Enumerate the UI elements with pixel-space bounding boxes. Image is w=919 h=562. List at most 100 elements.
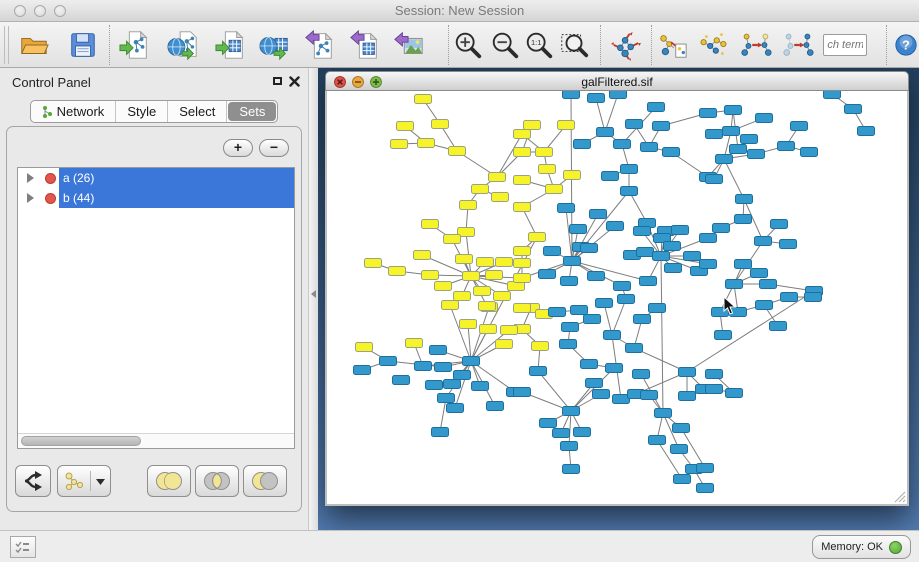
graph-node[interactable]: [588, 272, 605, 281]
graph-node[interactable]: [723, 127, 740, 136]
tab-sets[interactable]: Sets: [228, 102, 276, 121]
graph-node[interactable]: [415, 95, 432, 104]
panel-splitter[interactable]: [308, 68, 318, 530]
graph-node[interactable]: [460, 201, 477, 210]
graph-node[interactable]: [501, 326, 518, 335]
graph-node[interactable]: [442, 301, 459, 310]
graph-node[interactable]: [735, 215, 752, 224]
import-table-file-button[interactable]: [214, 28, 248, 62]
graph-node[interactable]: [597, 128, 614, 137]
graph-node[interactable]: [487, 402, 504, 411]
graph-node[interactable]: [706, 130, 723, 139]
close-panel-icon[interactable]: [289, 76, 300, 87]
graph-node[interactable]: [614, 140, 631, 149]
graph-node[interactable]: [391, 140, 408, 149]
graph-node[interactable]: [563, 407, 580, 416]
export-network-button[interactable]: [303, 28, 337, 62]
graph-node[interactable]: [663, 148, 680, 157]
graph-node[interactable]: [480, 325, 497, 334]
graph-node[interactable]: [648, 103, 665, 112]
graph-node[interactable]: [380, 357, 397, 366]
graph-node[interactable]: [679, 368, 696, 377]
network-canvas[interactable]: [325, 91, 909, 506]
graph-node[interactable]: [460, 320, 477, 329]
graph-node[interactable]: [653, 122, 670, 131]
graph-node[interactable]: [700, 109, 717, 118]
graph-node[interactable]: [713, 224, 730, 233]
graph-node[interactable]: [596, 299, 613, 308]
graph-node[interactable]: [530, 367, 547, 376]
graph-node[interactable]: [637, 248, 654, 257]
graph-node[interactable]: [549, 308, 566, 317]
graph-node[interactable]: [479, 302, 496, 311]
graph-node[interactable]: [563, 465, 580, 474]
resize-grip-icon[interactable]: [892, 489, 906, 503]
graph-node[interactable]: [781, 293, 798, 302]
graph-node[interactable]: [581, 360, 598, 369]
graph-node[interactable]: [715, 331, 732, 340]
graph-node[interactable]: [422, 220, 439, 229]
graph-node[interactable]: [532, 342, 549, 351]
graph-node[interactable]: [706, 175, 723, 184]
graph-node[interactable]: [607, 222, 624, 231]
graph-node[interactable]: [649, 304, 666, 313]
graph-node[interactable]: [562, 323, 579, 332]
collapse-panel-icon[interactable]: [311, 290, 316, 298]
graph-node[interactable]: [406, 339, 423, 348]
show-all-button[interactable]: [781, 28, 815, 62]
first-neighbors-button[interactable]: [697, 28, 731, 62]
graph-node[interactable]: [805, 293, 822, 302]
graph-node[interactable]: [684, 252, 701, 261]
graph-node[interactable]: [540, 419, 557, 428]
save-session-button[interactable]: [67, 28, 101, 62]
tab-select[interactable]: Select: [168, 101, 227, 122]
graph-node[interactable]: [706, 385, 723, 394]
zoom-actual-size-button[interactable]: 1:1: [522, 28, 556, 62]
graph-node[interactable]: [801, 148, 818, 157]
tab-network[interactable]: Network: [31, 101, 117, 122]
toolbar-grip[interactable]: [4, 26, 9, 64]
graph-node[interactable]: [486, 271, 503, 280]
graph-node[interactable]: [574, 428, 591, 437]
graph-node[interactable]: [432, 120, 449, 129]
graph-node[interactable]: [438, 394, 455, 403]
memory-status-button[interactable]: Memory: OK: [812, 535, 911, 559]
graph-node[interactable]: [730, 145, 747, 154]
graph-node[interactable]: [586, 379, 603, 388]
hide-selected-button[interactable]: [739, 28, 773, 62]
export-table-button[interactable]: [348, 28, 382, 62]
zoom-fit-selected-button[interactable]: [557, 28, 591, 62]
import-table-url-button[interactable]: [258, 28, 292, 62]
create-set-from-network-button[interactable]: [57, 465, 111, 497]
graph-node[interactable]: [496, 258, 513, 267]
graph-node[interactable]: [755, 237, 772, 246]
graph-node[interactable]: [558, 121, 575, 130]
graph-svg[interactable]: [327, 91, 907, 502]
graph-node[interactable]: [610, 91, 627, 99]
graph-node[interactable]: [472, 185, 489, 194]
graph-node[interactable]: [494, 292, 511, 301]
set-row-a[interactable]: a (26): [18, 168, 294, 188]
graph-node[interactable]: [697, 484, 714, 493]
graph-node[interactable]: [614, 282, 631, 291]
graph-node[interactable]: [444, 380, 461, 389]
graph-node[interactable]: [539, 165, 556, 174]
graph-node[interactable]: [560, 340, 577, 349]
graph-node[interactable]: [665, 264, 682, 273]
import-network-url-button[interactable]: [167, 28, 201, 62]
graph-node[interactable]: [539, 270, 556, 279]
graph-node[interactable]: [454, 371, 471, 380]
graph-node[interactable]: [634, 227, 651, 236]
graph-node[interactable]: [633, 370, 650, 379]
task-history-button[interactable]: [10, 536, 36, 558]
graph-node[interactable]: [649, 436, 666, 445]
graph-node[interactable]: [514, 388, 531, 397]
graph-node[interactable]: [514, 203, 531, 212]
difference-button[interactable]: [243, 465, 287, 497]
graph-node[interactable]: [389, 267, 406, 276]
graph-node[interactable]: [546, 185, 563, 194]
graph-node[interactable]: [671, 445, 688, 454]
expand-arrow-icon[interactable]: [27, 193, 34, 203]
expand-arrow-icon[interactable]: [27, 173, 34, 183]
graph-node[interactable]: [760, 280, 777, 289]
